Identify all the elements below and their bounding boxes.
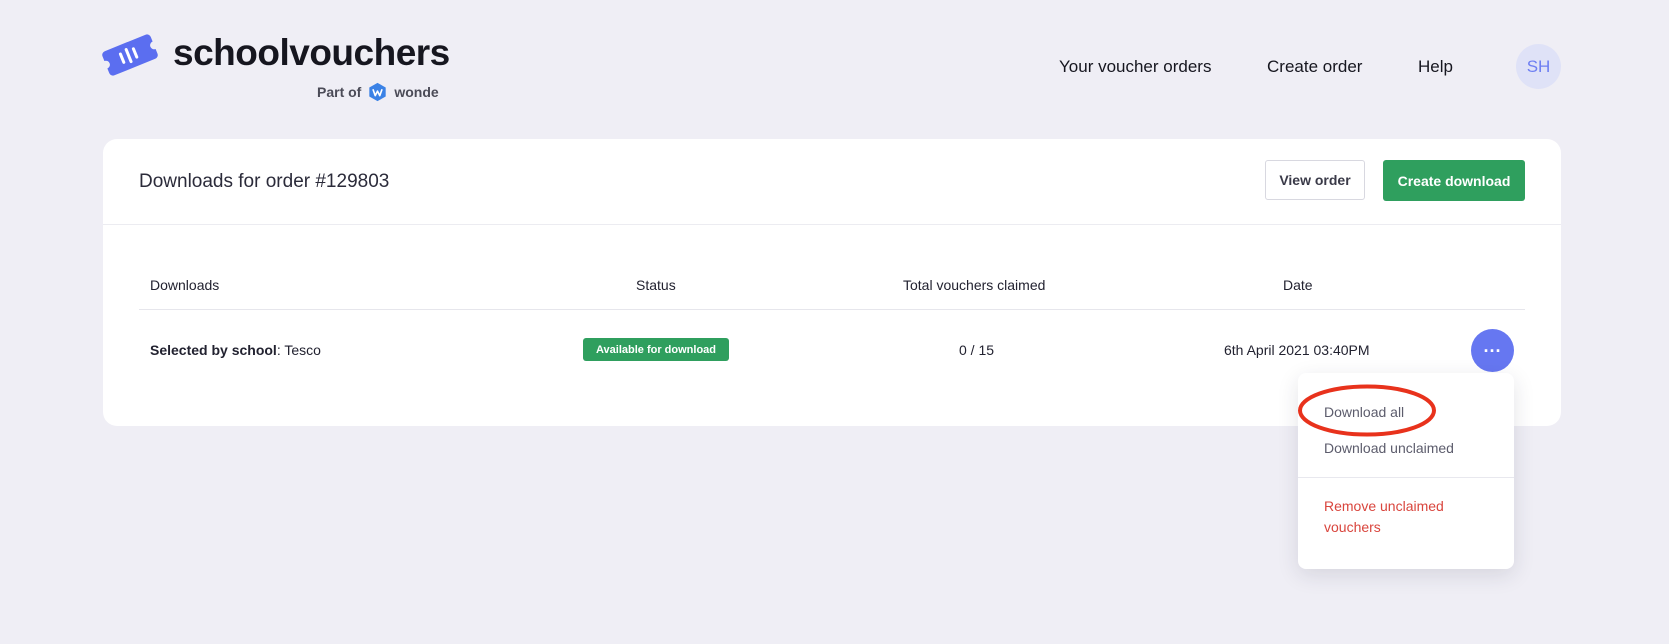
header-divider (139, 309, 1525, 310)
nav-create-order[interactable]: Create order (1267, 57, 1362, 77)
brand-name: schoolvouchers (173, 32, 450, 73)
part-of-label: Part of (317, 84, 362, 100)
view-order-button[interactable]: View order (1265, 160, 1365, 200)
column-header-status: Status (636, 277, 676, 293)
wonde-hexagon-icon (369, 82, 387, 102)
page-title: Downloads for order #129803 (139, 171, 390, 192)
column-header-claimed: Total vouchers claimed (903, 277, 1046, 293)
column-header-downloads: Downloads (150, 277, 220, 293)
download-date: 6th April 2021 03:40PM (1224, 342, 1370, 358)
create-download-button[interactable]: Create download (1383, 160, 1525, 201)
card-divider (103, 224, 1561, 225)
user-avatar[interactable]: SH (1516, 44, 1561, 89)
table-row-download-name: Selected by school: Tesco (150, 342, 321, 358)
ticket-logo-icon (102, 34, 158, 76)
menu-item-remove-unclaimed[interactable]: Remove unclaimed vouchers (1324, 496, 1494, 538)
ellipsis-icon: ··· (1483, 340, 1502, 361)
more-actions-button[interactable]: ··· (1471, 329, 1514, 372)
menu-item-download-unclaimed[interactable]: Download unclaimed (1324, 440, 1454, 456)
partner-line: Part of wonde (317, 82, 439, 102)
claimed-count: 0 / 15 (959, 342, 995, 358)
nav-your-voucher-orders[interactable]: Your voucher orders (1059, 57, 1211, 77)
menu-divider (1298, 477, 1514, 478)
nav-help[interactable]: Help (1418, 57, 1453, 77)
column-header-date: Date (1283, 277, 1313, 293)
partner-name: wonde (394, 84, 439, 100)
highlight-circle-annotation (1298, 384, 1436, 437)
download-value: : Tesco (276, 342, 321, 358)
download-label: Selected by school (150, 342, 277, 358)
status-badge: Available for download (583, 338, 729, 361)
logo[interactable]: schoolvouchers Part of wonde (102, 30, 450, 110)
